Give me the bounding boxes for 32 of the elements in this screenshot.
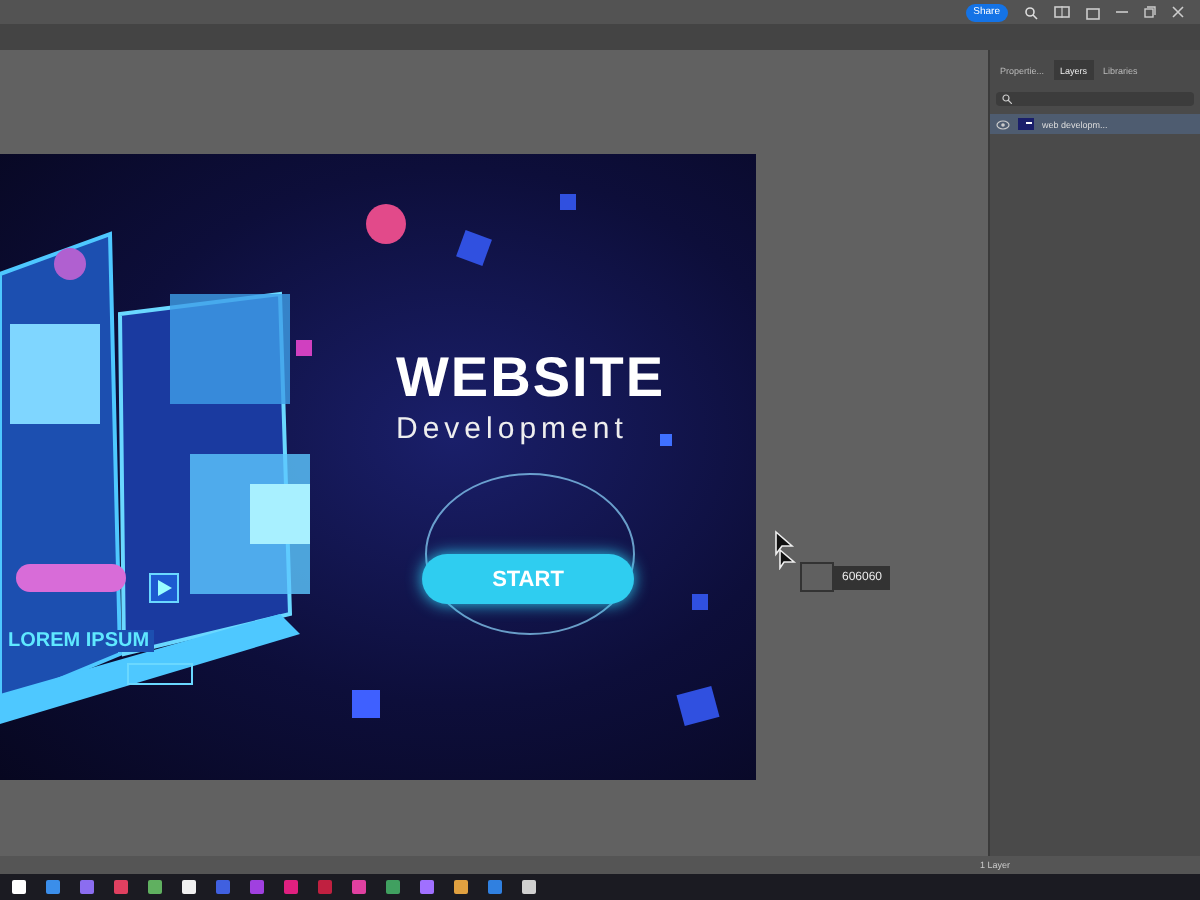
layer-search-field[interactable] bbox=[996, 92, 1194, 106]
taskbar-app-icon[interactable] bbox=[420, 880, 434, 894]
monitor-label: LOREM IPSUM bbox=[4, 630, 154, 652]
minimize-icon[interactable] bbox=[1116, 10, 1128, 14]
taskbar-app-icon[interactable] bbox=[182, 880, 196, 894]
taskbar-app-icon[interactable] bbox=[352, 880, 366, 894]
color-swatch bbox=[800, 562, 834, 592]
restore-icon[interactable] bbox=[1144, 6, 1156, 18]
taskbar-app-icon[interactable] bbox=[386, 880, 400, 894]
taskbar-app-icon[interactable] bbox=[250, 880, 264, 894]
banner-title: WEBSITE bbox=[396, 346, 666, 410]
taskbar-app-icon[interactable] bbox=[284, 880, 298, 894]
taskbar-app-icon[interactable] bbox=[46, 880, 60, 894]
taskbar-app-icon[interactable] bbox=[12, 880, 26, 894]
taskbar-app-icon[interactable] bbox=[488, 880, 502, 894]
taskbar-app-icon[interactable] bbox=[318, 880, 332, 894]
taskbar-app-icon[interactable] bbox=[148, 880, 162, 894]
banner-subtitle: Development bbox=[396, 412, 628, 446]
close-icon[interactable] bbox=[1172, 6, 1184, 18]
start-label: START bbox=[422, 554, 634, 604]
eyedropper-cursor-icon bbox=[774, 530, 798, 570]
taskbar-app-icon[interactable] bbox=[522, 880, 536, 894]
window-icon[interactable] bbox=[1086, 5, 1100, 19]
eye-icon[interactable] bbox=[996, 119, 1010, 129]
search-icon bbox=[1002, 94, 1012, 104]
taskbar-app-icon[interactable] bbox=[454, 880, 468, 894]
search-icon[interactable] bbox=[1024, 5, 1038, 19]
taskbar-app-icon[interactable] bbox=[216, 880, 230, 894]
grid-view-icon[interactable] bbox=[1054, 6, 1070, 18]
taskbar-app-icon[interactable] bbox=[114, 880, 128, 894]
layer-thumbnail-icon bbox=[1018, 118, 1034, 130]
taskbar-app-icon[interactable] bbox=[80, 880, 94, 894]
